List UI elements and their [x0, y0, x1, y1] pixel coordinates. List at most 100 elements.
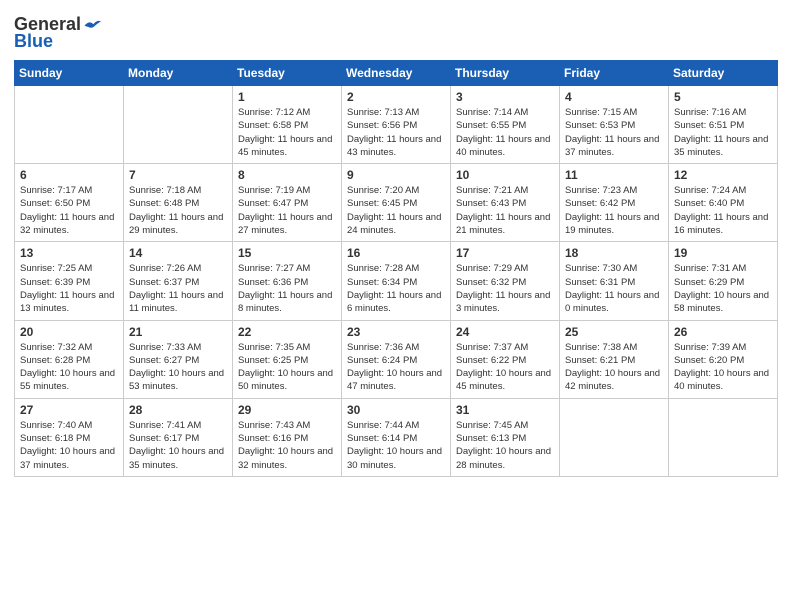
calendar-cell: 26 Sunrise: 7:39 AM Sunset: 6:20 PM Dayli…	[669, 320, 778, 398]
logo-bird-icon	[83, 18, 101, 32]
day-number: 23	[347, 325, 445, 339]
header-saturday: Saturday	[669, 61, 778, 86]
logo: General Blue	[14, 14, 101, 52]
calendar-cell: 29 Sunrise: 7:43 AM Sunset: 6:16 PM Dayli…	[233, 398, 342, 476]
calendar-week-row: 20 Sunrise: 7:32 AM Sunset: 6:28 PM Dayli…	[15, 320, 778, 398]
header-monday: Monday	[124, 61, 233, 86]
day-info: Sunrise: 7:29 AM Sunset: 6:32 PM Dayligh…	[456, 262, 554, 315]
day-info: Sunrise: 7:35 AM Sunset: 6:25 PM Dayligh…	[238, 341, 336, 394]
calendar-cell: 23 Sunrise: 7:36 AM Sunset: 6:24 PM Dayli…	[342, 320, 451, 398]
calendar-cell	[560, 398, 669, 476]
day-number: 4	[565, 90, 663, 104]
day-info: Sunrise: 7:44 AM Sunset: 6:14 PM Dayligh…	[347, 419, 445, 472]
day-number: 18	[565, 246, 663, 260]
day-number: 11	[565, 168, 663, 182]
calendar-cell	[669, 398, 778, 476]
day-info: Sunrise: 7:36 AM Sunset: 6:24 PM Dayligh…	[347, 341, 445, 394]
day-info: Sunrise: 7:25 AM Sunset: 6:39 PM Dayligh…	[20, 262, 118, 315]
day-info: Sunrise: 7:17 AM Sunset: 6:50 PM Dayligh…	[20, 184, 118, 237]
day-info: Sunrise: 7:43 AM Sunset: 6:16 PM Dayligh…	[238, 419, 336, 472]
calendar-cell: 9 Sunrise: 7:20 AM Sunset: 6:45 PM Daylig…	[342, 164, 451, 242]
day-info: Sunrise: 7:26 AM Sunset: 6:37 PM Dayligh…	[129, 262, 227, 315]
day-info: Sunrise: 7:27 AM Sunset: 6:36 PM Dayligh…	[238, 262, 336, 315]
day-info: Sunrise: 7:45 AM Sunset: 6:13 PM Dayligh…	[456, 419, 554, 472]
calendar-cell: 25Sunrise: 7:38 AM Sunset: 6:21 PM Dayli…	[560, 320, 669, 398]
day-number: 14	[129, 246, 227, 260]
day-number: 20	[20, 325, 118, 339]
day-info: Sunrise: 7:31 AM Sunset: 6:29 PM Dayligh…	[674, 262, 772, 315]
calendar-cell: 21Sunrise: 7:33 AM Sunset: 6:27 PM Dayli…	[124, 320, 233, 398]
calendar-cell: 8 Sunrise: 7:19 AM Sunset: 6:47 PM Daylig…	[233, 164, 342, 242]
calendar-cell: 15 Sunrise: 7:27 AM Sunset: 6:36 PM Dayli…	[233, 242, 342, 320]
header-friday: Friday	[560, 61, 669, 86]
day-info: Sunrise: 7:32 AM Sunset: 6:28 PM Dayligh…	[20, 341, 118, 394]
day-info: Sunrise: 7:13 AM Sunset: 6:56 PM Dayligh…	[347, 106, 445, 159]
calendar-cell: 20 Sunrise: 7:32 AM Sunset: 6:28 PM Dayli…	[15, 320, 124, 398]
calendar-cell: 12Sunrise: 7:24 AM Sunset: 6:40 PM Dayli…	[669, 164, 778, 242]
day-info: Sunrise: 7:28 AM Sunset: 6:34 PM Dayligh…	[347, 262, 445, 315]
calendar-cell: 10Sunrise: 7:21 AM Sunset: 6:43 PM Dayli…	[451, 164, 560, 242]
day-number: 29	[238, 403, 336, 417]
day-info: Sunrise: 7:19 AM Sunset: 6:47 PM Dayligh…	[238, 184, 336, 237]
day-number: 10	[456, 168, 554, 182]
header-tuesday: Tuesday	[233, 61, 342, 86]
calendar-week-row: 13 Sunrise: 7:25 AM Sunset: 6:39 PM Dayli…	[15, 242, 778, 320]
calendar-cell: 2 Sunrise: 7:13 AM Sunset: 6:56 PM Daylig…	[342, 86, 451, 164]
calendar-cell: 28 Sunrise: 7:41 AM Sunset: 6:17 PM Dayli…	[124, 398, 233, 476]
calendar-cell: 6Sunrise: 7:17 AM Sunset: 6:50 PM Daylig…	[15, 164, 124, 242]
day-info: Sunrise: 7:16 AM Sunset: 6:51 PM Dayligh…	[674, 106, 772, 159]
calendar-cell: 4 Sunrise: 7:15 AM Sunset: 6:53 PM Daylig…	[560, 86, 669, 164]
calendar-cell: 22 Sunrise: 7:35 AM Sunset: 6:25 PM Dayli…	[233, 320, 342, 398]
day-info: Sunrise: 7:12 AM Sunset: 6:58 PM Dayligh…	[238, 106, 336, 159]
day-number: 17	[456, 246, 554, 260]
day-info: Sunrise: 7:30 AM Sunset: 6:31 PM Dayligh…	[565, 262, 663, 315]
day-number: 25	[565, 325, 663, 339]
day-info: Sunrise: 7:23 AM Sunset: 6:42 PM Dayligh…	[565, 184, 663, 237]
day-number: 21	[129, 325, 227, 339]
day-info: Sunrise: 7:15 AM Sunset: 6:53 PM Dayligh…	[565, 106, 663, 159]
calendar-cell: 14 Sunrise: 7:26 AM Sunset: 6:37 PM Dayli…	[124, 242, 233, 320]
day-number: 9	[347, 168, 445, 182]
day-number: 2	[347, 90, 445, 104]
day-number: 15	[238, 246, 336, 260]
day-number: 31	[456, 403, 554, 417]
day-number: 28	[129, 403, 227, 417]
day-number: 22	[238, 325, 336, 339]
day-info: Sunrise: 7:20 AM Sunset: 6:45 PM Dayligh…	[347, 184, 445, 237]
calendar-cell: 7Sunrise: 7:18 AM Sunset: 6:48 PM Daylig…	[124, 164, 233, 242]
day-info: Sunrise: 7:37 AM Sunset: 6:22 PM Dayligh…	[456, 341, 554, 394]
day-info: Sunrise: 7:14 AM Sunset: 6:55 PM Dayligh…	[456, 106, 554, 159]
calendar-cell: 17 Sunrise: 7:29 AM Sunset: 6:32 PM Dayli…	[451, 242, 560, 320]
logo-blue-text: Blue	[14, 31, 53, 52]
day-number: 24	[456, 325, 554, 339]
day-number: 27	[20, 403, 118, 417]
day-info: Sunrise: 7:24 AM Sunset: 6:40 PM Dayligh…	[674, 184, 772, 237]
calendar-cell: 24 Sunrise: 7:37 AM Sunset: 6:22 PM Dayli…	[451, 320, 560, 398]
day-number: 13	[20, 246, 118, 260]
day-info: Sunrise: 7:40 AM Sunset: 6:18 PM Dayligh…	[20, 419, 118, 472]
day-info: Sunrise: 7:41 AM Sunset: 6:17 PM Dayligh…	[129, 419, 227, 472]
calendar-cell: 16 Sunrise: 7:28 AM Sunset: 6:34 PM Dayli…	[342, 242, 451, 320]
calendar-week-row: 6Sunrise: 7:17 AM Sunset: 6:50 PM Daylig…	[15, 164, 778, 242]
day-number: 8	[238, 168, 336, 182]
calendar-cell: 19 Sunrise: 7:31 AM Sunset: 6:29 PM Dayli…	[669, 242, 778, 320]
day-number: 26	[674, 325, 772, 339]
page-container: General Blue Sunday Monday Tuesday Wedne…	[0, 0, 792, 491]
calendar-cell: 1 Sunrise: 7:12 AM Sunset: 6:58 PM Daylig…	[233, 86, 342, 164]
calendar-cell: 31 Sunrise: 7:45 AM Sunset: 6:13 PM Dayli…	[451, 398, 560, 476]
weekday-header-row: Sunday Monday Tuesday Wednesday Thursday…	[15, 61, 778, 86]
day-number: 30	[347, 403, 445, 417]
day-number: 1	[238, 90, 336, 104]
day-number: 7	[129, 168, 227, 182]
header-wednesday: Wednesday	[342, 61, 451, 86]
calendar-cell: 3 Sunrise: 7:14 AM Sunset: 6:55 PM Daylig…	[451, 86, 560, 164]
day-number: 3	[456, 90, 554, 104]
calendar-cell	[15, 86, 124, 164]
day-info: Sunrise: 7:39 AM Sunset: 6:20 PM Dayligh…	[674, 341, 772, 394]
day-number: 16	[347, 246, 445, 260]
calendar-cell: 30 Sunrise: 7:44 AM Sunset: 6:14 PM Dayli…	[342, 398, 451, 476]
header-thursday: Thursday	[451, 61, 560, 86]
calendar-cell: 27 Sunrise: 7:40 AM Sunset: 6:18 PM Dayli…	[15, 398, 124, 476]
day-number: 19	[674, 246, 772, 260]
calendar-cell	[124, 86, 233, 164]
